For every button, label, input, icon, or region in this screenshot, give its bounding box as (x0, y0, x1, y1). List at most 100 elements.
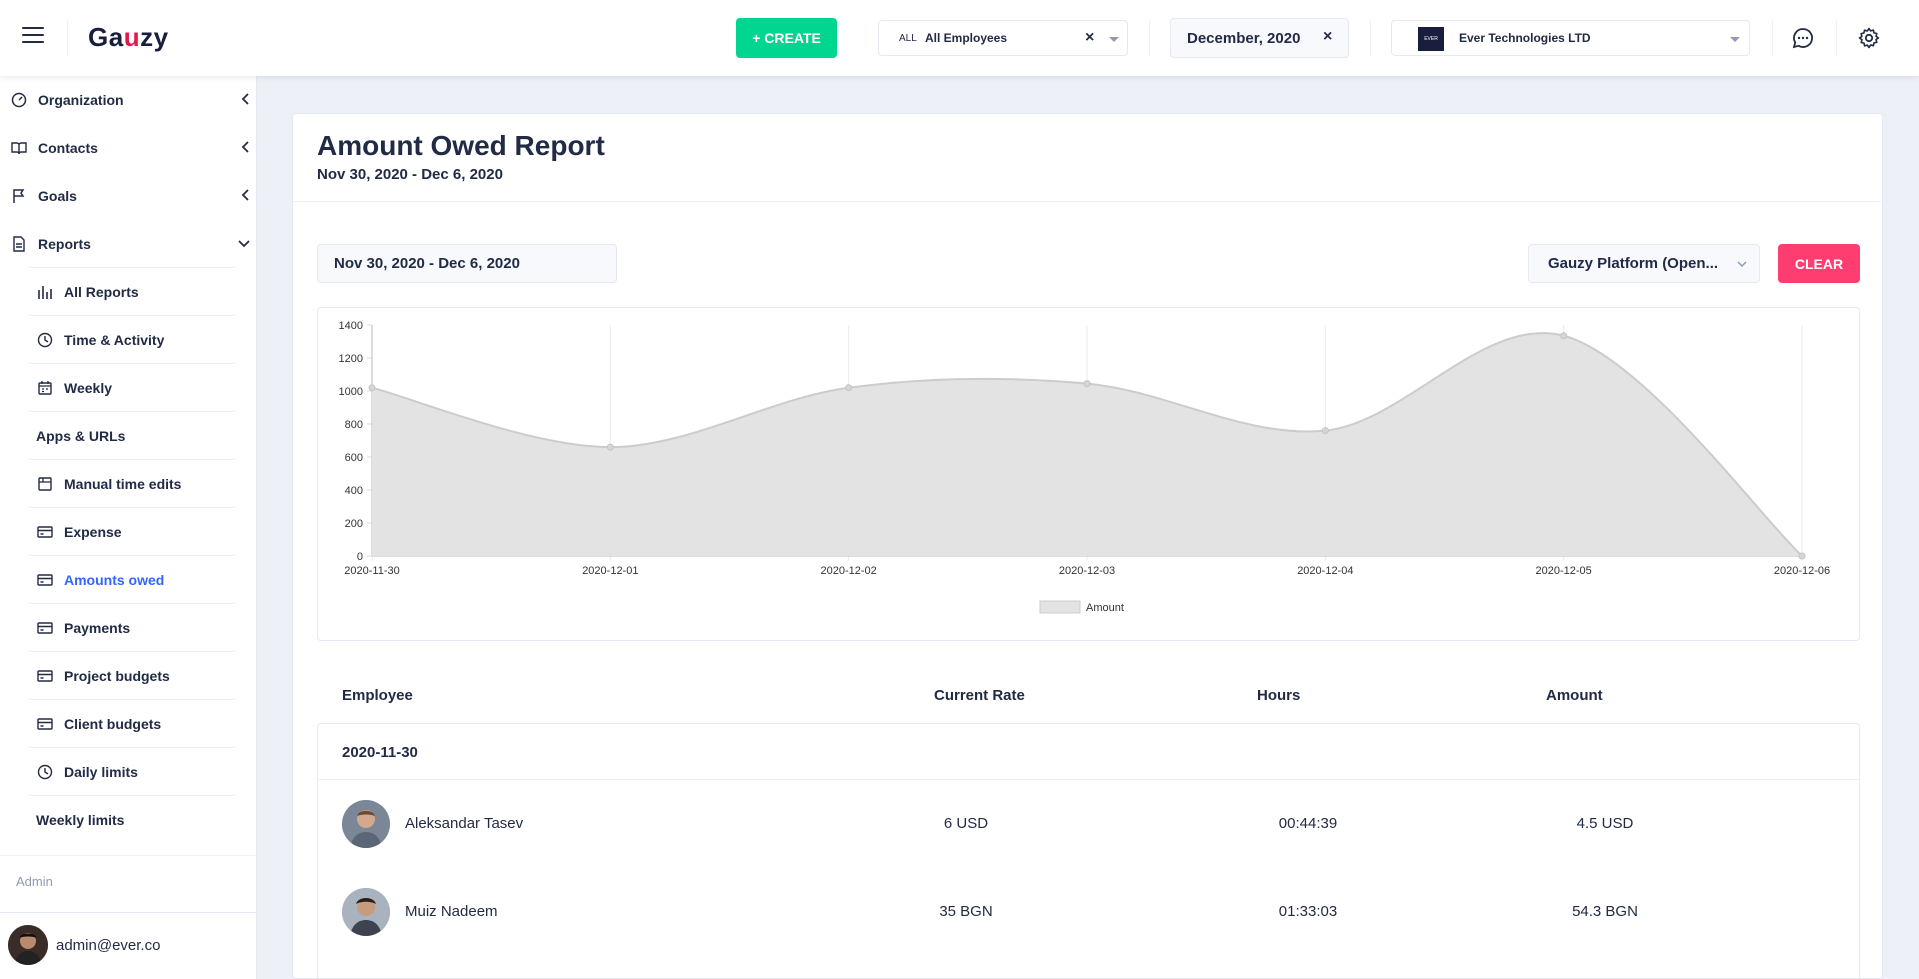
sidebar-item-apps-urls[interactable]: Apps & URLs (36, 412, 236, 460)
y-tick-label: 400 (345, 485, 363, 497)
app-logo[interactable]: Gauzy (88, 22, 169, 53)
organization-value: Ever Technologies LTD (1459, 31, 1591, 45)
sidebar-item-organization[interactable]: Organization (10, 76, 250, 124)
credit-card-icon (36, 667, 54, 685)
data-point (606, 443, 614, 451)
sidebar-item-label: Reports (38, 236, 91, 252)
current-rate: 35 BGN (939, 903, 993, 920)
sidebar-item-label: Weekly limits (36, 812, 125, 828)
report-card: Amount Owed Report Nov 30, 2020 - Dec 6,… (292, 113, 1883, 979)
credit-card-icon (36, 715, 54, 733)
date-range-input[interactable]: Nov 30, 2020 - Dec 6, 2020 (317, 244, 617, 283)
column-header-employee: Employee (342, 687, 413, 704)
flag-icon (10, 187, 28, 205)
y-tick-label: 1000 (339, 386, 363, 398)
month-picker[interactable]: December, 2020 × (1170, 18, 1349, 58)
bar-chart-icon (36, 283, 54, 301)
page-title: Amount Owed Report (317, 130, 605, 161)
avatar (8, 925, 48, 965)
sidebar-item-manual-time-edits[interactable]: Manual time edits (36, 460, 236, 508)
data-point (1798, 552, 1806, 560)
chat-icon[interactable] (1791, 26, 1815, 50)
column-header-current-rate: Current Rate (934, 687, 1025, 704)
employee-name: Aleksandar Tasev (405, 815, 524, 832)
employee-clear-icon[interactable]: × (1085, 29, 1094, 47)
data-point (1083, 380, 1091, 388)
amount: 54.3 BGN (1572, 903, 1638, 920)
page-subtitle: Nov 30, 2020 - Dec 6, 2020 (317, 166, 503, 183)
organization-selector[interactable]: EVER Ever Technologies LTD (1391, 20, 1750, 56)
table-row[interactable]: Muiz Nadeem 35 BGN 01:33:03 54.3 BGN (318, 868, 1859, 956)
sidebar-item-time-activity[interactable]: Time & Activity (36, 316, 236, 364)
x-tick-label: 2020-11-30 (344, 565, 399, 577)
sidebar-item-amounts-owed[interactable]: Amounts owed (36, 556, 236, 604)
sidebar-item-project-budgets[interactable]: Project budgets (36, 652, 236, 700)
create-button[interactable]: + CREATE (736, 18, 837, 58)
book-icon (10, 139, 28, 157)
sidebar-item-all-reports[interactable]: All Reports (36, 268, 236, 316)
x-tick-label: 2020-12-02 (821, 565, 877, 577)
header-divider (1370, 20, 1371, 56)
sidebar-item-label: Project budgets (64, 668, 170, 684)
current-rate: 6 USD (943, 815, 989, 832)
y-tick-label: 1200 (339, 353, 363, 365)
sidebar-item-label: Contacts (38, 140, 98, 156)
sidebar-item-expense[interactable]: Expense (36, 508, 236, 556)
y-tick-label: 600 (345, 452, 363, 464)
credit-card-icon (36, 571, 54, 589)
user-profile[interactable]: admin@ever.co (0, 912, 257, 979)
chevron-down-icon (238, 240, 250, 248)
hours: 00:44:39 (1278, 815, 1338, 832)
sidebar-item-daily-limits[interactable]: Daily limits (36, 748, 236, 796)
sidebar-item-reports[interactable]: Reports (10, 220, 250, 268)
sidebar-item-contacts[interactable]: Contacts (10, 124, 250, 172)
employee-selector[interactable]: ALL All Employees × (878, 20, 1128, 56)
sidebar-item-weekly-limits[interactable]: Weekly limits (36, 796, 236, 844)
sidebar-item-label: Client budgets (64, 716, 162, 732)
sidebar-item-client-budgets[interactable]: Client budgets (36, 700, 236, 748)
project-selected-value: Gauzy Platform (Open... (1548, 255, 1719, 272)
x-tick-label: 2020-12-04 (1297, 565, 1353, 577)
avatar (342, 800, 390, 848)
sidebar-item-label: Apps & URLs (36, 428, 126, 444)
project-selector[interactable]: Gauzy Platform (Open... (1528, 244, 1760, 283)
month-clear-icon[interactable]: × (1323, 28, 1332, 46)
chevron-left-icon (242, 93, 249, 105)
data-point (1321, 427, 1329, 435)
gear-icon[interactable] (1857, 26, 1881, 50)
sidebar-item-weekly[interactable]: Weekly (36, 364, 236, 412)
clear-button[interactable]: CLEAR (1778, 244, 1860, 283)
sidebar-item-label: Expense (64, 524, 122, 540)
date-group: 2020-11-30 Aleksandar Tasev 6 USD 00:44:… (317, 723, 1860, 979)
credit-card-icon (36, 619, 54, 637)
sidebar-item-label: All Reports (64, 284, 139, 300)
chevron-left-icon (242, 189, 249, 201)
clock-icon (36, 763, 54, 781)
header-divider (1836, 20, 1837, 56)
month-value: December, 2020 (1187, 30, 1301, 47)
amount-chart: 0 200 400 600 800 1000 1200 1400 2020-11-30 2020-… (339, 320, 1831, 614)
card-header-divider (293, 201, 1882, 202)
y-tick-label: 1400 (339, 320, 363, 332)
chevron-down-icon (1730, 37, 1740, 42)
avatar (342, 888, 390, 936)
sidebar-section-admin[interactable]: Admin (16, 874, 53, 889)
y-tick-label: 0 (357, 551, 363, 563)
sidebar-item-goals[interactable]: Goals (10, 172, 250, 220)
employee-name: Muiz Nadeem (405, 903, 498, 920)
sidebar-item-label: Manual time edits (64, 476, 182, 492)
sidebar-item-label: Time & Activity (64, 332, 165, 348)
sidebar-item-payments[interactable]: Payments (36, 604, 236, 652)
table-row[interactable]: Aleksandar Tasev 6 USD 00:44:39 4.5 USD (318, 780, 1859, 868)
calendar-icon (36, 379, 54, 397)
chevron-down-icon (1109, 37, 1119, 42)
file-icon (10, 235, 28, 253)
credit-card-icon (36, 523, 54, 541)
top-header: Gauzy + CREATE ALL All Employees × Decem… (0, 0, 1919, 76)
menu-divider (0, 855, 257, 856)
menu-toggle-icon[interactable] (22, 27, 44, 45)
amount: 4.5 USD (1576, 815, 1634, 832)
data-point (368, 384, 376, 392)
header-divider (67, 20, 68, 56)
hours: 01:33:03 (1278, 903, 1338, 920)
